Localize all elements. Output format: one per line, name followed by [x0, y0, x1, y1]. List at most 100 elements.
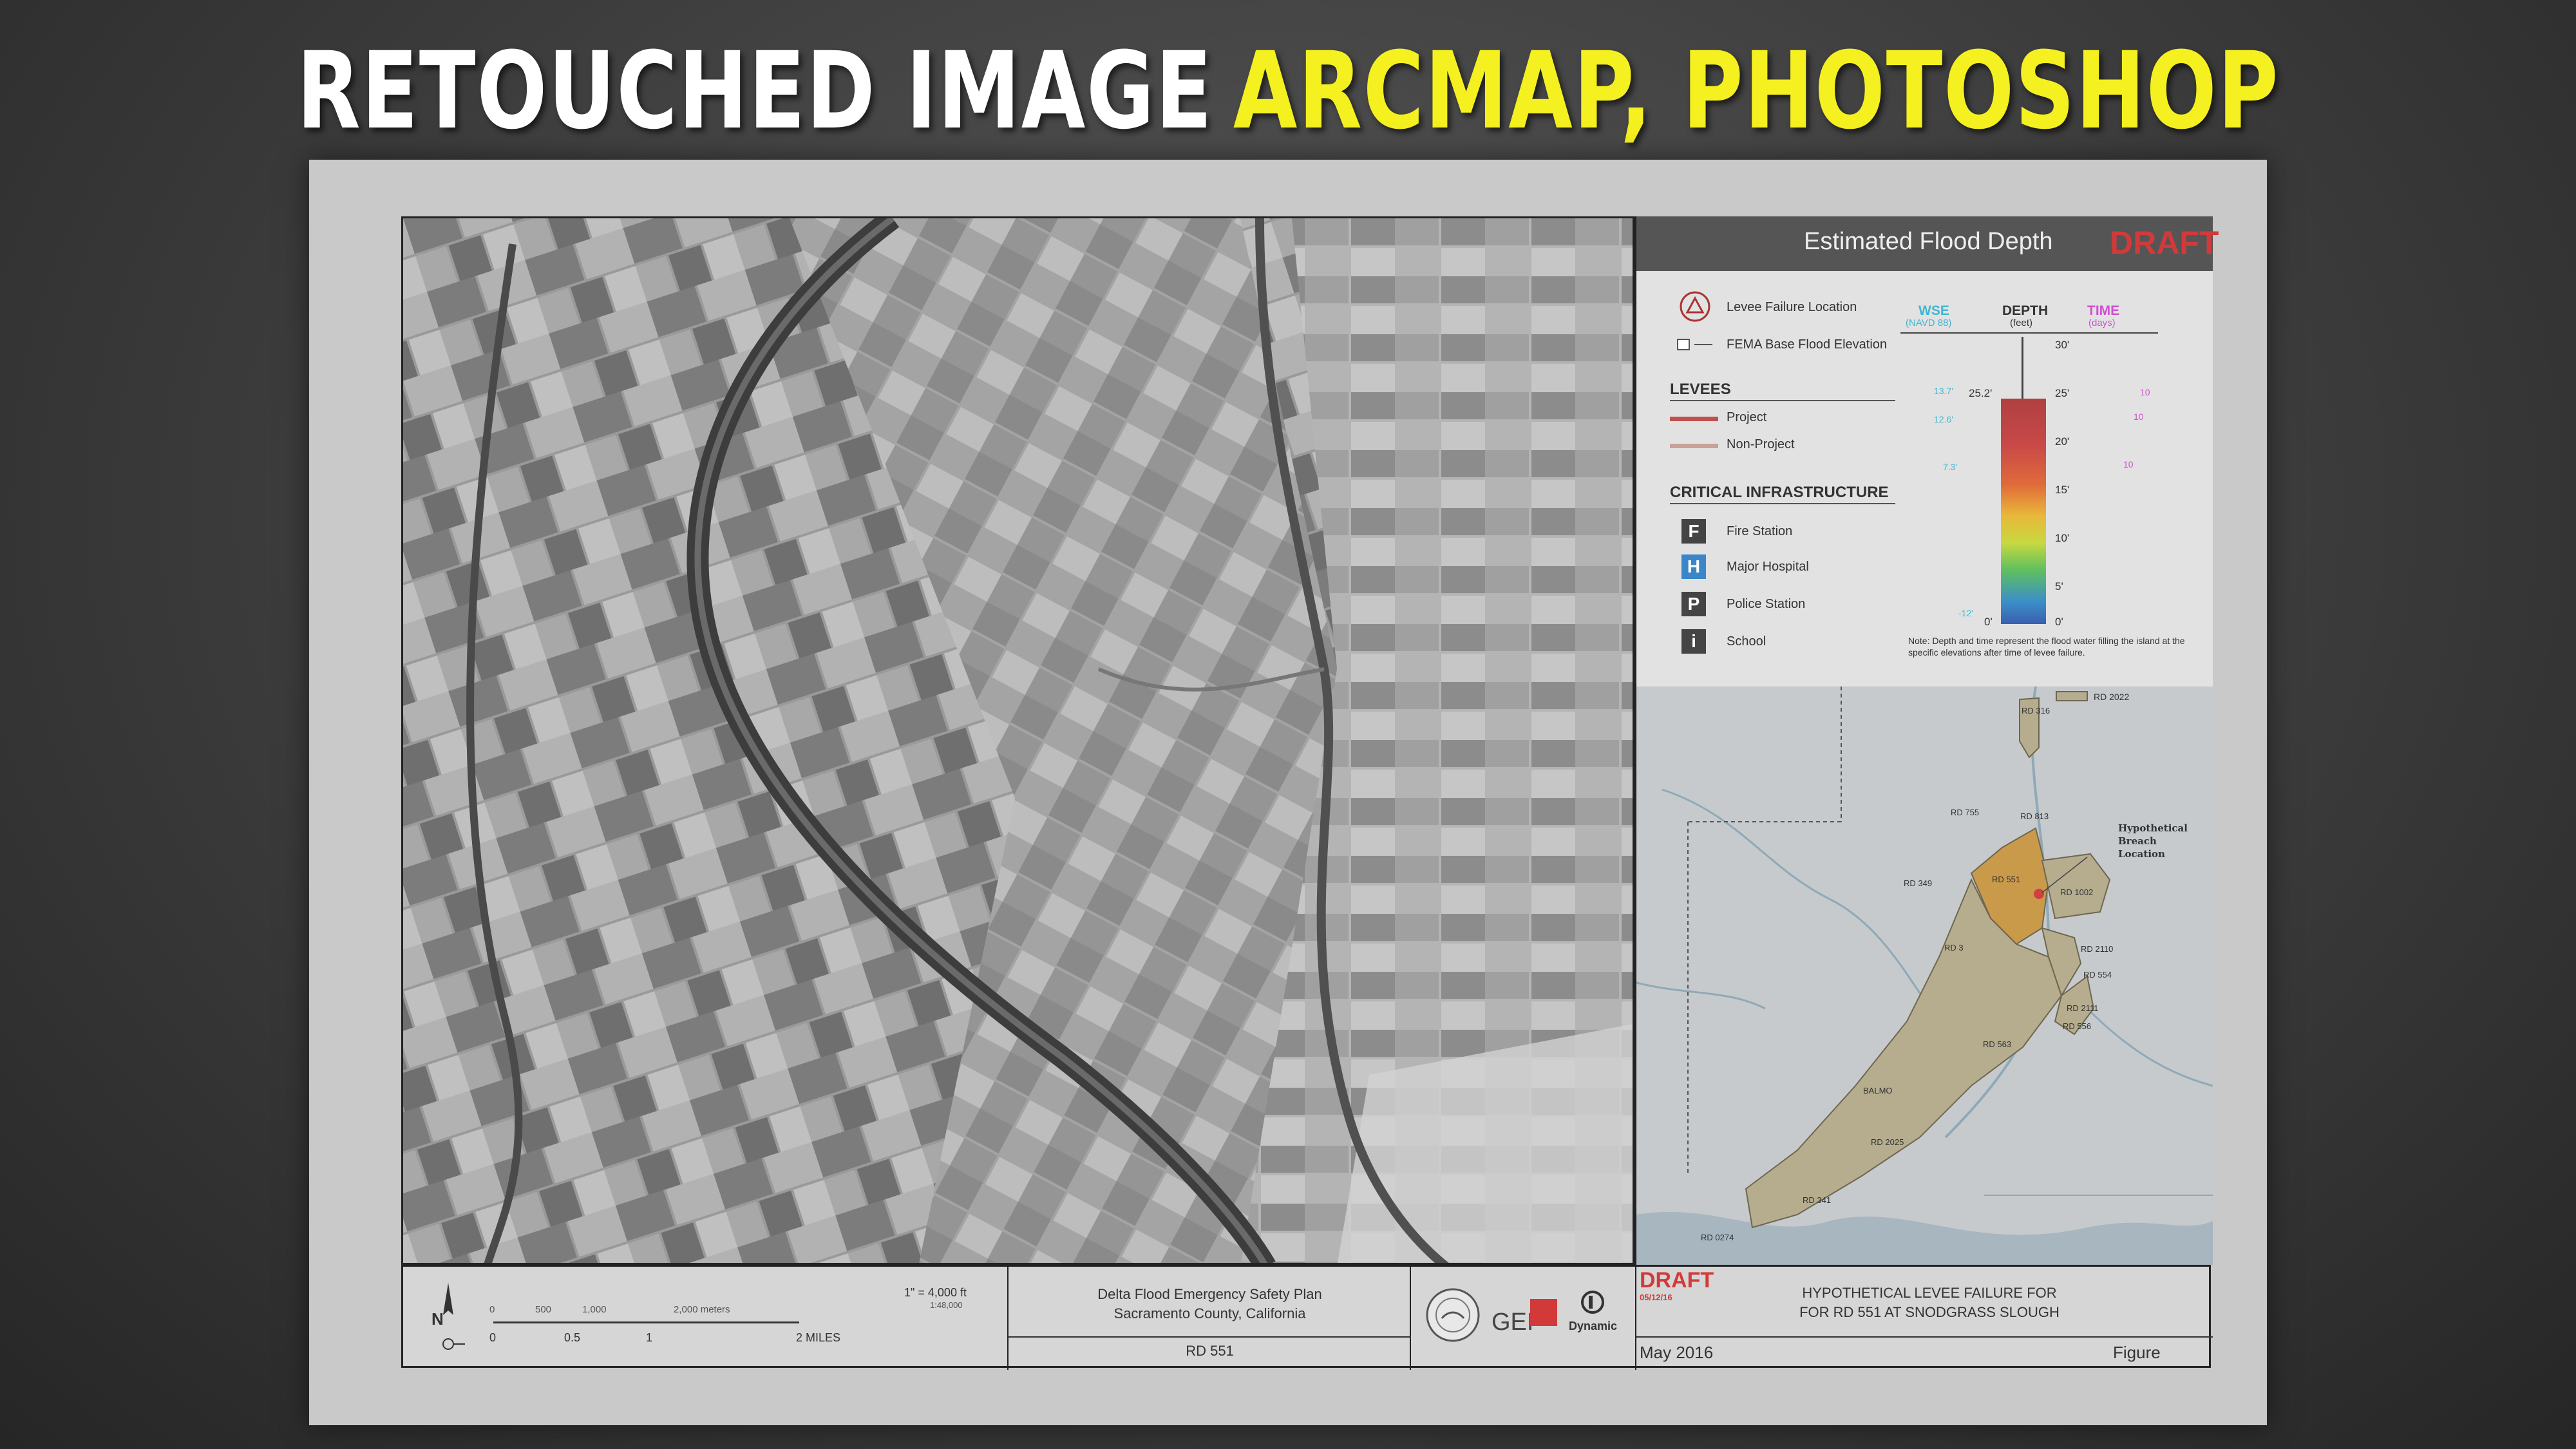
km-rd341: RD 341: [1803, 1195, 1832, 1205]
red-logo-icon: [1530, 1299, 1557, 1326]
hospital-label: Major Hospital: [1727, 560, 1809, 574]
depth-tick-15: 15': [2055, 484, 2070, 496]
feet-tick-2000: 2,000 meters: [674, 1304, 730, 1315]
depth-tick-25: 25': [2055, 387, 2070, 399]
headline: RETOUCHED IMAGE ARCMAP, PHOTOSHOP: [283, 29, 2293, 153]
depth-tick-10: 10': [2055, 532, 2070, 544]
hospital-icon: H: [1681, 554, 1706, 579]
fire-station-icon: F: [1681, 519, 1706, 544]
legend-header: Estimated Flood Depth DRAFT: [1636, 216, 2219, 271]
rd-label: RD 551: [1186, 1343, 1234, 1359]
right-panel: Estimated Flood Depth DRAFT Levee Failur…: [1634, 216, 2219, 1265]
km-rd316: RD 316: [2022, 706, 2050, 715]
levees-rule: [1670, 400, 1895, 401]
levee-failure-label: Levee Failure Location: [1727, 300, 1857, 314]
wse-header: WSE: [1918, 303, 1949, 318]
wse-sub: (NAVD 88): [1906, 317, 1952, 328]
tb-draft-date: 05/12/16: [1640, 1293, 1672, 1302]
wse-value-2: 12.6': [1934, 414, 1953, 424]
wse-value-4: -12': [1958, 608, 1973, 618]
fema-bfe-icon: [1677, 339, 1712, 350]
headline-yellow: ARCMAP, PHOTOSHOP: [1233, 29, 2280, 153]
project-line1: Delta Flood Emergency Safety Plan: [1097, 1286, 1322, 1302]
mile-tick-2: 2 MILES: [796, 1331, 841, 1344]
tb-draft: DRAFT: [1640, 1268, 1714, 1293]
project-rule: [1009, 1336, 1411, 1338]
km-rd2110: RD 2110: [2081, 944, 2114, 954]
scale-sub: 1:48,000: [930, 1300, 963, 1310]
dynamic-logo: Dynamic: [1569, 1320, 1618, 1332]
fema-bfe-label: FEMA Base Flood Elevation: [1727, 337, 1888, 352]
km-rd551: RD 551: [1992, 875, 2021, 884]
north-label: N: [431, 1309, 444, 1329]
time-value-3: 10: [2123, 459, 2134, 469]
mile-tick-1: 1: [646, 1331, 653, 1344]
mile-tick-0: 0: [489, 1331, 497, 1344]
non-project-levee-swatch: [1670, 444, 1718, 448]
depth-tick-30: 30': [2055, 339, 2070, 351]
draft-label: DRAFT: [2110, 225, 2219, 261]
dynamic-logo-icon: [1581, 1291, 1604, 1314]
depth-tick-5: 5': [2055, 580, 2063, 592]
depth-note: Note: Depth and time represent the flood…: [1908, 636, 2185, 658]
figure-cell: DRAFT 05/12/16 HYPOTHETICAL LEVEE FAILUR…: [1636, 1267, 2213, 1370]
school-label: School: [1727, 634, 1766, 649]
project-cell: Delta Flood Emergency Safety Plan Sacram…: [1009, 1267, 1411, 1370]
figure-title-line2: FOR RD 551 AT SNODGRASS SLOUGH: [1799, 1304, 2060, 1320]
project-label: Project: [1727, 410, 1767, 424]
km-balmo: BALMO: [1863, 1086, 1893, 1095]
levee-failure-icon: [1680, 291, 1710, 322]
police-station-label: Police Station: [1727, 597, 1806, 611]
depth-header: DEPTH: [2002, 303, 2049, 318]
time-value-2: 10: [2134, 412, 2144, 422]
scale-bar: [493, 1321, 799, 1323]
km-breach-label: Hypothetical Breach Location: [2118, 822, 2188, 860]
gei-logo: GEI: [1492, 1309, 1534, 1336]
time-value-1: 10: [2140, 387, 2150, 397]
infra-rule: [1670, 503, 1895, 504]
km-rd349: RD 349: [1904, 878, 1933, 888]
depth-header-rule: [1900, 332, 2158, 334]
km-rd755: RD 755: [1951, 808, 1980, 817]
km-rd3: RD 3: [1944, 943, 1964, 952]
mile-tick-half: 0.5: [564, 1331, 581, 1344]
legend-title: Estimated Flood Depth: [1804, 228, 2053, 255]
title-block: N 0 500 1,000 2,000 meters 0 0.5 1 2 MIL…: [401, 1265, 2213, 1370]
figure-rule: [1636, 1336, 2213, 1338]
fire-station-label: Fire Station: [1727, 524, 1793, 538]
km-rd2025: RD 2025: [1871, 1137, 1904, 1147]
feet-tick-500: 500: [535, 1304, 552, 1315]
figure-label: Figure: [2113, 1343, 2161, 1362]
km-rd2111: RD 2111: [2067, 1003, 2099, 1013]
km-rd813: RD 813: [2020, 811, 2049, 821]
seal-icon: [1426, 1288, 1480, 1342]
map-sheet: Estimated Flood Depth DRAFT Levee Failur…: [309, 160, 2267, 1425]
school-icon: i: [1681, 629, 1706, 654]
feet-tick-1000: 1,000: [582, 1304, 607, 1315]
wse-value-3: 7.3': [1943, 462, 1958, 472]
time-sub: (days): [2088, 317, 2116, 328]
scale-cell: N 0 500 1,000 2,000 meters 0 0.5 1 2 MIL…: [403, 1267, 1009, 1370]
infra-heading: CRITICAL INFRASTRUCTURE: [1670, 484, 1889, 501]
key-map: RD 2022 RD 316 RD 755 RD 813 Hypothetica…: [1636, 687, 2213, 1265]
project-line2: Sacramento County, California: [1113, 1305, 1306, 1321]
date-label: May 2016: [1640, 1343, 1714, 1362]
km-rd0274: RD 0274: [1701, 1233, 1734, 1242]
project-levee-swatch: [1670, 417, 1718, 421]
figure-title-line1: HYPOTHETICAL LEVEE FAILURE FOR: [1802, 1285, 2057, 1301]
depth-tick-20: 20': [2055, 435, 2070, 448]
aerial-image: [401, 216, 1634, 1265]
km-rd563: RD 563: [1983, 1039, 2012, 1049]
scale-text: 1" = 4,000 ft: [904, 1286, 967, 1299]
levees-heading: LEVEES: [1670, 381, 1731, 398]
headline-white: RETOUCHED IMAGE: [296, 29, 1213, 153]
left-tick-0: 0': [1984, 616, 1993, 628]
depth-sub: (feet): [2010, 317, 2033, 328]
legend-body: Levee Failure Location FEMA Base Flood E…: [1636, 271, 2213, 688]
km-rd1002: RD 1002: [2060, 887, 2094, 897]
depth-color-bar: [2001, 399, 2046, 624]
key-map-drawing: [1636, 687, 2213, 1265]
depth-tick-0: 0': [2055, 616, 2063, 628]
aerial-photo: [403, 218, 1633, 1263]
km-rd554: RD 554: [2083, 970, 2112, 980]
